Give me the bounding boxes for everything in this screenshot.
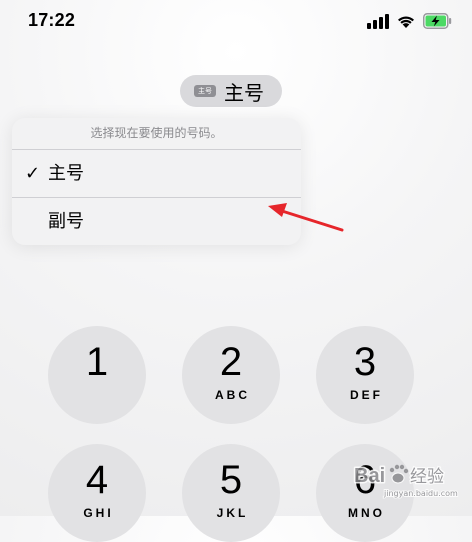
svg-text:jingyan.baidu.com: jingyan.baidu.com	[383, 489, 458, 498]
menu-item-secondary-line[interactable]: 副号	[12, 197, 301, 245]
line-selector-button[interactable]: 主号 主号	[180, 75, 282, 107]
key-digit: 1	[85, 340, 109, 384]
key-digit: 5	[219, 458, 243, 502]
cellular-signal-icon	[367, 14, 389, 29]
key-digit: 4	[85, 458, 109, 502]
key-letters: GHI	[83, 506, 114, 520]
keypad-key-3[interactable]: 3 DEF	[316, 326, 414, 424]
menu-item-label: 主号	[48, 163, 84, 184]
status-bar: 17:22	[0, 0, 472, 44]
menu-title: 选择现在要使用的号码。	[12, 118, 301, 150]
sim-badge-icon: 主号	[194, 85, 216, 97]
menu-item-label: 副号	[48, 211, 84, 232]
keypad-key-2[interactable]: 2 ABC	[182, 326, 280, 424]
paw-icon	[389, 464, 409, 484]
line-selector-label: 主号	[224, 80, 264, 105]
key-digit: 3	[353, 340, 377, 384]
checkmark-icon: ✓	[25, 163, 41, 184]
menu-item-primary-line[interactable]: ✓ 主号	[12, 150, 301, 197]
red-arrow-icon	[268, 203, 344, 232]
keypad-key-5[interactable]: 5 JKL	[182, 444, 280, 542]
status-icons	[367, 13, 452, 29]
key-letters: ABC	[215, 388, 250, 402]
keypad-key-4[interactable]: 4 GHI	[48, 444, 146, 542]
status-time: 17:22	[28, 10, 76, 30]
key-digit: 2	[219, 340, 243, 384]
watermark-logo: Bai 经验 jingyan.baidu.com	[353, 464, 460, 500]
svg-text:Bai: Bai	[354, 465, 385, 487]
key-letters: MNO	[348, 506, 385, 520]
key-letters: DEF	[350, 388, 383, 402]
battery-charging-icon	[423, 13, 452, 29]
wifi-icon	[398, 16, 414, 28]
svg-text:经验: 经验	[410, 467, 444, 487]
line-choice-menu: 选择现在要使用的号码。 ✓ 主号 副号	[12, 118, 301, 245]
keypad-key-1[interactable]: 1	[48, 326, 146, 424]
key-letters: JKL	[216, 506, 249, 520]
